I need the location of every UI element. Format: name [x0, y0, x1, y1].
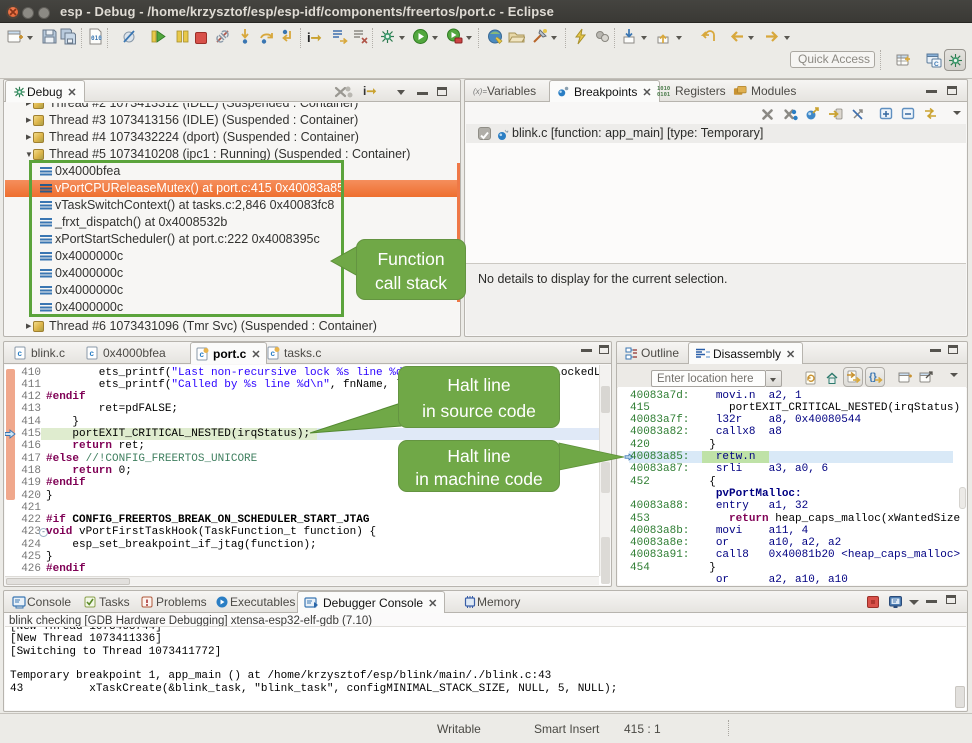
svg-text:{}: {} [869, 372, 877, 383]
svg-text:c: c [90, 349, 95, 358]
svg-text:(x)=: (x)= [473, 87, 487, 96]
svg-text:0101: 0101 [657, 92, 671, 98]
svg-text:c: c [18, 349, 23, 358]
svg-text:C: C [934, 61, 939, 68]
svg-text:010: 010 [91, 35, 102, 42]
